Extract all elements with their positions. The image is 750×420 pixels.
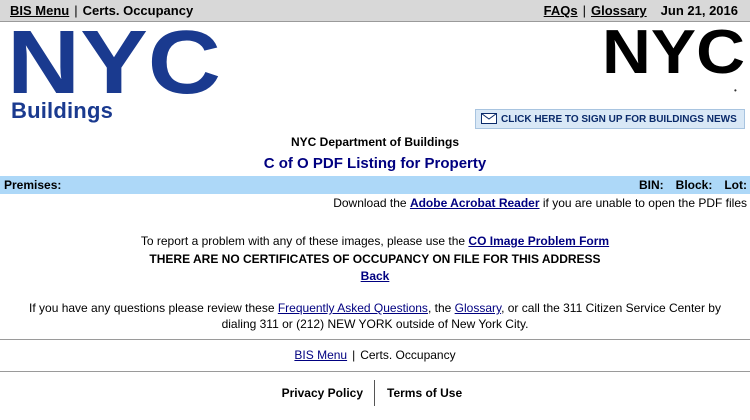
- terms-of-use-link[interactable]: Terms of Use: [387, 386, 462, 400]
- signup-news-banner[interactable]: CLICK HERE TO SIGN UP FOR BUILDINGS NEWS: [475, 109, 745, 129]
- nyc-buildings-logo[interactable]: NYC Buildings: [7, 13, 221, 126]
- bis-menu-link[interactable]: BIS Menu: [10, 3, 69, 18]
- top-nav-bar: BIS Menu | Certs. Occupancy FAQs | Glossary J…: [0, 0, 750, 22]
- nyc-black-logo-letters: NYC: [602, 18, 745, 87]
- no-certificates-message: THERE ARE NO CERTIFICATES OF OCCUPANCY O…: [149, 252, 601, 266]
- footer-separator: [374, 380, 375, 406]
- trademark-mark: •: [734, 86, 737, 95]
- nyc-logo-letters: NYC: [7, 13, 221, 113]
- report-prefix: To report a problem with any of these im…: [140, 234, 466, 248]
- bin-label: BIN:: [638, 178, 664, 192]
- section-label: Certs. Occupancy: [82, 3, 194, 18]
- bottom-nav: BIS Menu | Certs. Occupancy: [0, 348, 750, 362]
- footer: Privacy Policy Terms of Use: [0, 380, 750, 406]
- bottom-bis-menu-link[interactable]: BIS Menu: [294, 348, 347, 362]
- block-label: Block:: [675, 178, 713, 192]
- faqs-link[interactable]: FAQs: [544, 3, 578, 18]
- glossary-link[interactable]: Glossary: [591, 3, 647, 18]
- download-acrobat-notice: Download the Adobe Acrobat Reader if you…: [333, 196, 747, 210]
- divider: [0, 339, 750, 340]
- report-problem-notice: To report a problem with any of these im…: [0, 234, 750, 248]
- privacy-policy-link[interactable]: Privacy Policy: [282, 386, 363, 400]
- questions-text-2: , the: [427, 301, 452, 315]
- buildings-wordmark: Buildings: [11, 98, 114, 123]
- premises-label: Premises:: [4, 178, 62, 192]
- nyc-secondary-logo: NYC: [602, 18, 745, 87]
- download-suffix: if you are unable to open the PDF files: [542, 196, 747, 210]
- faq-link[interactable]: Frequently Asked Questions: [278, 301, 428, 315]
- co-image-problem-form-link[interactable]: CO Image Problem Form: [468, 234, 609, 248]
- svg-text:NYC: NYC: [9, 26, 221, 98]
- top-nav-separator: |: [582, 3, 587, 18]
- signup-news-label: CLICK HERE TO SIGN UP FOR BUILDINGS NEWS: [501, 114, 737, 125]
- top-nav-right: FAQs | Glossary Jun 21, 2016: [544, 3, 738, 18]
- questions-text-3: , or call the 311 Citizen Service Center…: [501, 301, 721, 315]
- back-link[interactable]: Back: [361, 269, 390, 283]
- current-date: Jun 21, 2016: [660, 3, 738, 18]
- glossary-inline-link[interactable]: Glossary: [455, 301, 501, 315]
- top-nav-separator: |: [74, 3, 78, 18]
- questions-text-4: dialing 311 or (212) NEW YORK outside of…: [221, 317, 529, 331]
- bottom-nav-separator: |: [352, 348, 356, 362]
- department-name: NYC Department of Buildings: [290, 135, 459, 149]
- adobe-acrobat-link[interactable]: Adobe Acrobat Reader: [410, 196, 540, 210]
- back-link-container: Back: [0, 269, 750, 283]
- lot-label: Lot:: [724, 178, 747, 192]
- divider: [0, 371, 750, 372]
- questions-notice: If you have any questions please review …: [0, 300, 750, 332]
- download-prefix: Download the: [333, 196, 407, 210]
- questions-text-1: If you have any questions please review …: [29, 301, 275, 315]
- svg-text:NYC: NYC: [603, 26, 745, 76]
- page-title: C of O PDF Listing for Property: [263, 155, 487, 172]
- envelope-icon: [481, 113, 497, 124]
- top-nav-left: BIS Menu | Certs. Occupancy: [10, 3, 193, 18]
- bottom-section-label: Certs. Occupancy: [360, 348, 456, 362]
- premises-bar: Premises: BIN: Block: Lot:: [0, 176, 750, 194]
- property-identifiers: BIN: Block: Lot:: [627, 178, 747, 192]
